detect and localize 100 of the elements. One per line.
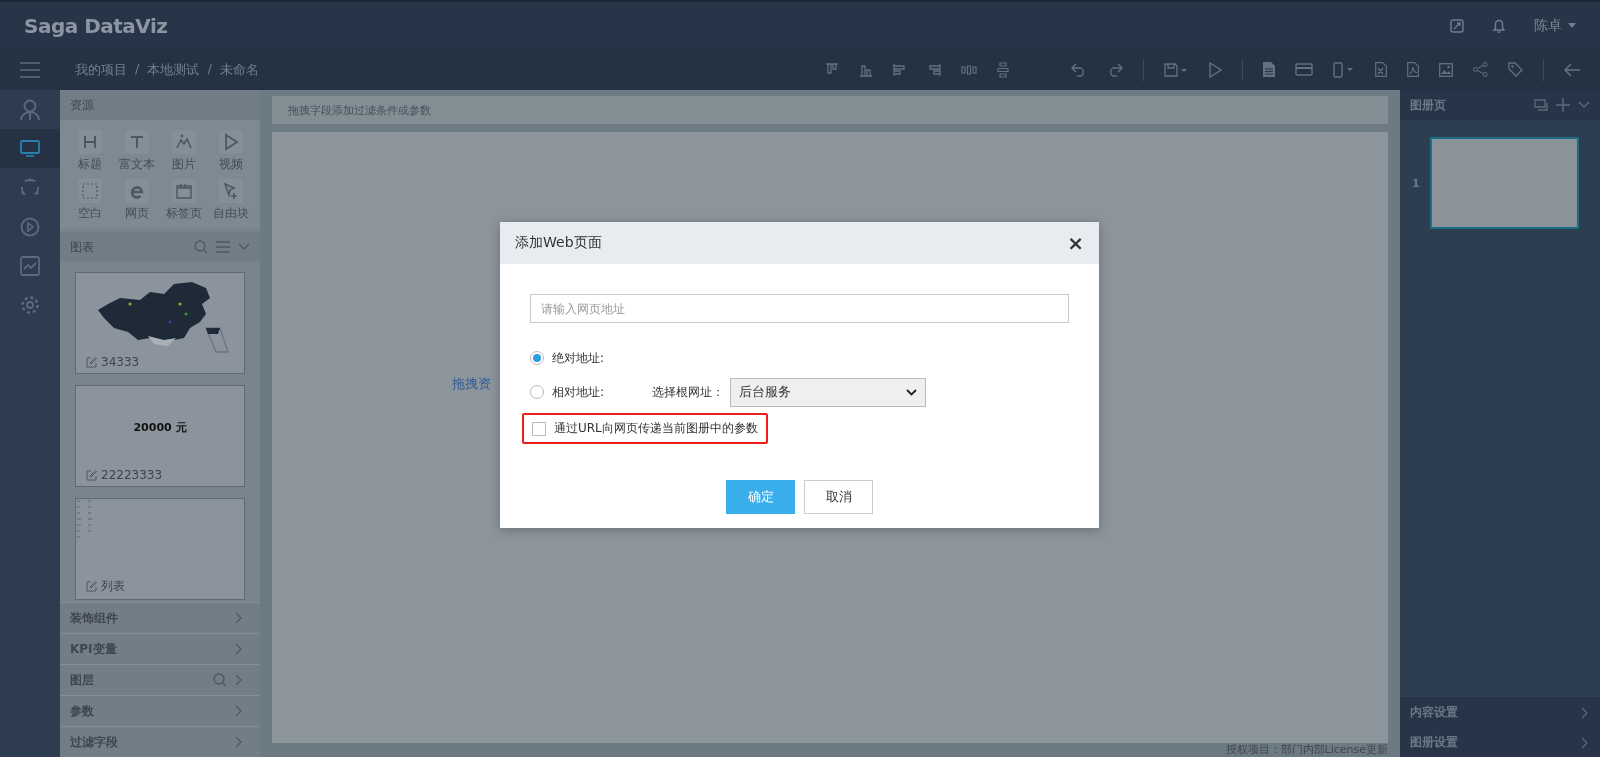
root-url-select[interactable]: 后台服务	[730, 377, 926, 407]
monitor-icon	[20, 139, 40, 158]
chart-card[interactable]: 列表	[75, 498, 245, 600]
expand-icon[interactable]	[1450, 18, 1464, 33]
settings-icon	[20, 294, 40, 315]
edit-icon[interactable]	[86, 581, 97, 592]
card-icon[interactable]	[1295, 63, 1313, 76]
resource-label: 标签页	[165, 205, 202, 222]
chart-name: 34333	[101, 355, 140, 369]
resource-icon	[124, 179, 149, 203]
align-bottom-icon[interactable]	[859, 62, 873, 77]
chevron-down-icon	[906, 388, 917, 396]
resource-icon	[171, 130, 196, 154]
resource-label: 自由块	[212, 205, 249, 222]
confirm-button[interactable]: 确定	[726, 480, 795, 514]
resource-label: 网页	[124, 205, 149, 222]
chevron-right-icon	[235, 705, 242, 717]
breadcrumb-separator: /	[135, 60, 140, 78]
search-icon[interactable]	[194, 240, 208, 254]
resource-icon	[77, 179, 102, 203]
align-left-icon[interactable]	[893, 62, 907, 77]
chevron-down-icon[interactable]	[1578, 101, 1590, 109]
play-icon[interactable]	[1208, 61, 1222, 78]
accordion-label: 图层	[70, 671, 94, 689]
chevron-down-icon[interactable]	[238, 243, 250, 251]
chart-card[interactable]: 20000 元 22223333	[75, 385, 245, 487]
caret-icon	[1568, 23, 1576, 28]
resource-label: 图片	[171, 156, 196, 173]
copy-icon[interactable]	[1534, 99, 1548, 111]
chevron-right-icon	[1581, 736, 1588, 749]
search-icon[interactable]	[213, 673, 227, 687]
dialog-title: 添加Web页面	[515, 234, 602, 252]
list-icon[interactable]	[216, 241, 230, 253]
breadcrumb-link[interactable]: 未命名	[219, 60, 259, 79]
resource-item[interactable]: 自由块	[207, 179, 254, 222]
image-icon[interactable]	[1439, 62, 1453, 77]
resource-item[interactable]: 标题	[66, 130, 113, 173]
back-arrow-icon[interactable]	[1564, 62, 1580, 77]
settings-row[interactable]: 图册设置	[1400, 727, 1600, 757]
resource-icon	[77, 130, 102, 154]
resource-icon	[218, 130, 243, 154]
chevron-right-icon	[235, 643, 242, 655]
chart-name: 列表	[101, 578, 125, 595]
resource-item[interactable]: 图片	[160, 130, 207, 173]
tag-icon[interactable]	[1508, 62, 1523, 77]
resource-icon	[218, 179, 243, 203]
share-icon[interactable]	[1473, 62, 1488, 77]
canvas-hint: 拖拽资	[452, 374, 491, 393]
document-icon[interactable]	[1263, 62, 1275, 77]
page-thumbnail[interactable]	[1429, 137, 1579, 229]
undo-icon[interactable]	[1071, 62, 1087, 77]
distribute-horizontal-icon[interactable]	[961, 63, 977, 76]
resource-icon	[124, 130, 149, 154]
checkbox[interactable]	[532, 421, 546, 436]
redo-icon[interactable]	[1107, 62, 1123, 77]
logo: Saga DataViz	[24, 13, 168, 38]
settings-row[interactable]: 内容设置	[1400, 697, 1600, 727]
distribute-vertical-icon[interactable]	[997, 61, 1009, 78]
resource-label: 标题	[77, 156, 102, 173]
rail-item[interactable]	[0, 129, 60, 168]
breadcrumb-link[interactable]: 本地测试	[147, 60, 200, 79]
breadcrumb-separator: /	[207, 60, 212, 78]
phone-icon[interactable]	[1333, 61, 1355, 78]
edit-icon[interactable]	[86, 356, 97, 368]
align-top-icon[interactable]	[825, 62, 839, 77]
chevron-right-icon	[235, 612, 242, 624]
line-chart-icon	[20, 255, 40, 276]
resource-label: 视频	[218, 156, 243, 173]
cancel-button[interactable]: 取消	[804, 480, 873, 514]
chevron-right-icon	[235, 674, 242, 686]
kpi-value: 20000 元	[133, 419, 187, 435]
resource-item[interactable]: 标签页	[160, 179, 207, 222]
close-button[interactable]: ×	[1067, 233, 1084, 253]
chevron-right-icon	[235, 736, 242, 748]
excel-icon[interactable]	[1375, 62, 1387, 77]
root-url-label: 选择根网址：	[652, 383, 724, 401]
play-circle-icon	[20, 216, 40, 237]
resource-icon	[171, 179, 196, 203]
bell-icon[interactable]	[1492, 17, 1506, 34]
checkbox-label: 通过URL向网页传递当前图册中的参数	[554, 420, 758, 437]
pdf-icon[interactable]	[1407, 62, 1419, 77]
resource-item[interactable]: 视频	[207, 130, 254, 173]
save-icon[interactable]	[1164, 62, 1188, 77]
radio-label: 相对地址:	[552, 383, 606, 401]
user-menu[interactable]: 陈卓	[1534, 16, 1576, 35]
page-number: 1	[1412, 176, 1420, 190]
settings-label: 图册设置	[1410, 734, 1458, 751]
breadcrumb-link[interactable]: 我的项目	[75, 60, 127, 79]
radio-label: 绝对地址:	[552, 349, 606, 367]
edit-icon[interactable]	[86, 469, 97, 481]
url-input-field[interactable]: 请输入网页地址	[530, 294, 1069, 323]
chart-card[interactable]: 34333	[75, 272, 245, 374]
user-icon	[20, 98, 40, 121]
menu-icon[interactable]	[20, 61, 40, 78]
chart-name: 22223333	[101, 468, 163, 482]
resource-item[interactable]: 网页	[113, 179, 160, 222]
chevron-right-icon	[1581, 706, 1588, 719]
plus-icon[interactable]	[1556, 98, 1570, 112]
accordion-row[interactable]: 图层	[60, 664, 260, 695]
align-right-icon[interactable]	[927, 62, 941, 77]
